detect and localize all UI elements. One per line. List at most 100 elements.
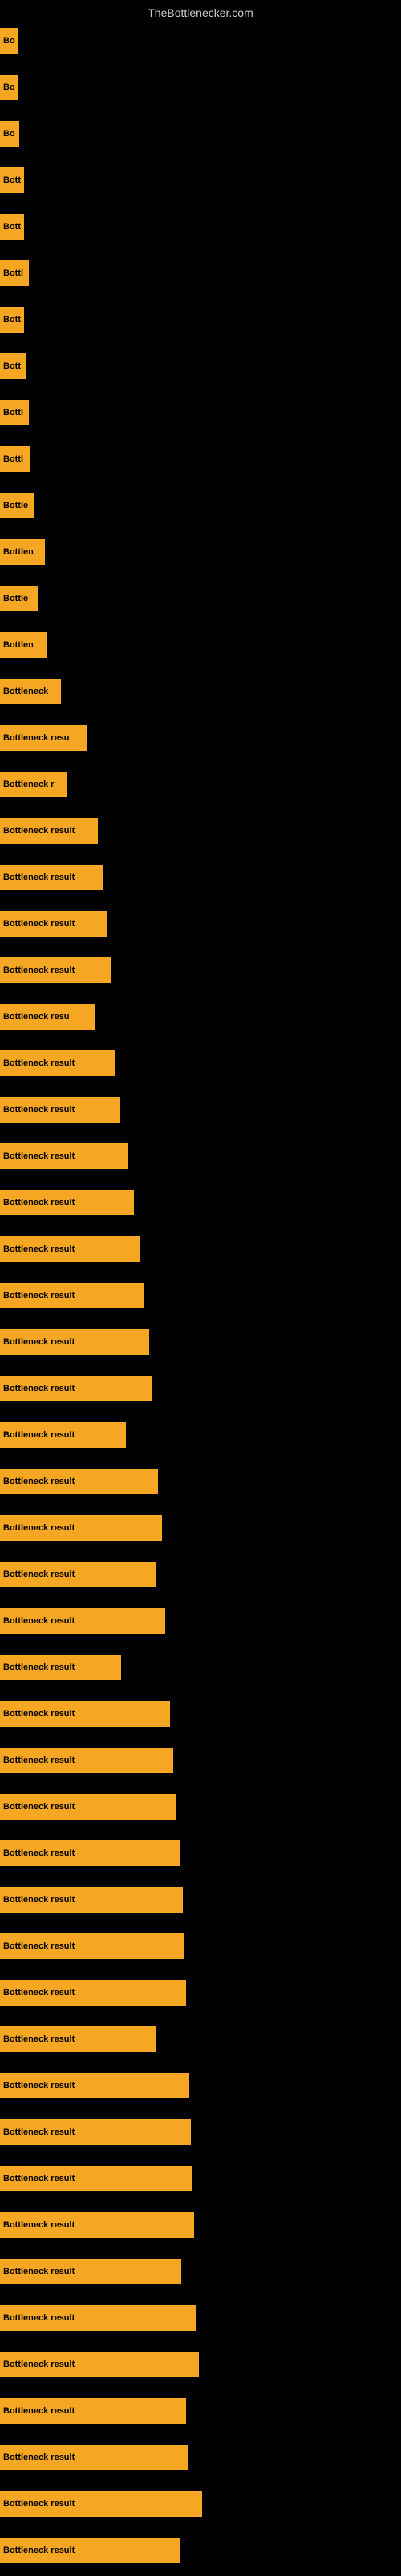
bar: Bottleneck result bbox=[0, 1469, 158, 1494]
bar-row: Bottleneck result bbox=[0, 2305, 401, 2344]
bar-row: Bottleneck result bbox=[0, 2445, 401, 2483]
bar-row: Bottleneck result bbox=[0, 1236, 401, 1275]
bar-row: Bottleneck result bbox=[0, 1143, 401, 1182]
bar: Bottle bbox=[0, 586, 38, 611]
bar-label: Bottleneck result bbox=[3, 1802, 75, 1812]
bar: Bottleneck result bbox=[0, 1608, 165, 1634]
bar: Bottleneck result bbox=[0, 2538, 180, 2563]
bar: Bottl bbox=[0, 446, 30, 472]
bar-label: Bott bbox=[3, 315, 21, 325]
bar: Bottleneck result bbox=[0, 2398, 186, 2424]
bar-label: Bottleneck result bbox=[3, 1709, 75, 1719]
bar: Bottleneck result bbox=[0, 1748, 173, 1773]
bar-row: Bottleneck result bbox=[0, 1329, 401, 1368]
bar-label: Bottleneck result bbox=[3, 2081, 75, 2090]
bar: Bottleneck result bbox=[0, 2212, 194, 2238]
bar-row: Bottleneck result bbox=[0, 1097, 401, 1135]
bar-label: Bottleneck result bbox=[3, 826, 75, 836]
bar: Bottleneck resu bbox=[0, 1004, 95, 1030]
bar: Bottle bbox=[0, 493, 34, 518]
bar: Bottleneck result bbox=[0, 1329, 149, 1355]
bar-label: Bottleneck result bbox=[3, 1523, 75, 1533]
bar-label: Bottleneck result bbox=[3, 1570, 75, 1579]
bar-row: Bo bbox=[0, 121, 401, 159]
bar-label: Bottleneck result bbox=[3, 919, 75, 929]
bar-label: Bottleneck bbox=[3, 687, 48, 696]
bar-row: Bottl bbox=[0, 260, 401, 299]
bar-label: Bottleneck result bbox=[3, 1337, 75, 1347]
bar-row: Bo bbox=[0, 28, 401, 67]
bar-row: Bottl bbox=[0, 400, 401, 438]
bar-row: Bottleneck result bbox=[0, 1655, 401, 1693]
bar-label: Bottleneck r bbox=[3, 780, 55, 789]
bar-label: Bottleneck result bbox=[3, 2267, 75, 2276]
bar-row: Bott bbox=[0, 353, 401, 392]
bar-label: Bottleneck result bbox=[3, 1151, 75, 1161]
bar: Bottleneck result bbox=[0, 1655, 121, 1680]
bar: Bottleneck result bbox=[0, 911, 107, 937]
bar-label: Bottleneck result bbox=[3, 2499, 75, 2509]
bar: Bottl bbox=[0, 260, 29, 286]
bar-row: Bott bbox=[0, 214, 401, 252]
bar-row: Bottleneck result bbox=[0, 957, 401, 996]
bar: Bottleneck result bbox=[0, 2259, 181, 2284]
bar-row: Bottleneck result bbox=[0, 1980, 401, 2018]
bar-label: Bottleneck result bbox=[3, 2406, 75, 2416]
bar: Bottleneck result bbox=[0, 1143, 128, 1169]
bar-label: Bottleneck result bbox=[3, 965, 75, 975]
bar-label: Bo bbox=[3, 83, 15, 92]
bar-row: Bottleneck result bbox=[0, 2026, 401, 2065]
bar: Bottleneck result bbox=[0, 2026, 156, 2052]
bar-label: Bottleneck result bbox=[3, 2174, 75, 2183]
bar-row: Bottleneck result bbox=[0, 1283, 401, 1321]
bar: Bottleneck resu bbox=[0, 725, 87, 751]
bar-row: Bottleneck result bbox=[0, 2119, 401, 2158]
bar: Bottleneck result bbox=[0, 1190, 134, 1215]
bar-label: Bottleneck result bbox=[3, 1384, 75, 1393]
bar-label: Bottleneck result bbox=[3, 1105, 75, 1115]
bar-row: Bottleneck r bbox=[0, 772, 401, 810]
bar-row: Bottleneck result bbox=[0, 1562, 401, 1600]
bar: Bottleneck result bbox=[0, 1794, 176, 1820]
bar: Bottleneck result bbox=[0, 1933, 184, 1959]
bar-row: Bottleneck result bbox=[0, 1190, 401, 1228]
bar: Bo bbox=[0, 28, 18, 54]
bar: Bo bbox=[0, 121, 19, 147]
bar: Bottlen bbox=[0, 539, 45, 565]
bar: Bottleneck result bbox=[0, 1515, 162, 1541]
bar-label: Bottleneck result bbox=[3, 2220, 75, 2230]
bar-row: Bottleneck result bbox=[0, 1050, 401, 1089]
bar-row: Bottleneck result bbox=[0, 2166, 401, 2204]
bar: Bottleneck result bbox=[0, 1097, 120, 1123]
bar-label: Bottleneck result bbox=[3, 873, 75, 882]
bar-row: Bottleneck result bbox=[0, 1469, 401, 1507]
bar-label: Bottleneck resu bbox=[3, 1012, 70, 1022]
bar-row: Bottleneck result bbox=[0, 1422, 401, 1461]
bar-label: Bottl bbox=[3, 408, 23, 417]
bar: Bottlen bbox=[0, 632, 47, 658]
bar-row: Bottleneck result bbox=[0, 1748, 401, 1786]
bar-label: Bottleneck result bbox=[3, 1941, 75, 1951]
bar: Bott bbox=[0, 214, 24, 240]
bar: Bottleneck result bbox=[0, 1840, 180, 1866]
bar: Bottleneck result bbox=[0, 818, 98, 844]
bar-label: Bottl bbox=[3, 268, 23, 278]
bar: Bottleneck result bbox=[0, 2119, 191, 2145]
bar: Bottleneck result bbox=[0, 2445, 188, 2470]
bar-label: Bottleneck result bbox=[3, 2453, 75, 2462]
bar-row: Bottlen bbox=[0, 539, 401, 578]
bar-row: Bottleneck result bbox=[0, 1887, 401, 1925]
bar-row: Bottleneck result bbox=[0, 2259, 401, 2297]
bar-row: Bottle bbox=[0, 493, 401, 531]
bar-label: Bottleneck result bbox=[3, 2360, 75, 2369]
bar: Bottleneck result bbox=[0, 1050, 115, 1076]
bar-row: Bott bbox=[0, 167, 401, 206]
bar-row: Bottl bbox=[0, 446, 401, 485]
bar-row: Bottleneck result bbox=[0, 2073, 401, 2111]
bar: Bottleneck result bbox=[0, 1887, 183, 1913]
bar: Bottleneck result bbox=[0, 2166, 192, 2191]
bar-label: Bottleneck result bbox=[3, 1477, 75, 1486]
bar-label: Bo bbox=[3, 36, 15, 46]
bar-label: Bottleneck result bbox=[3, 1616, 75, 1626]
bar-label: Bottle bbox=[3, 594, 28, 603]
